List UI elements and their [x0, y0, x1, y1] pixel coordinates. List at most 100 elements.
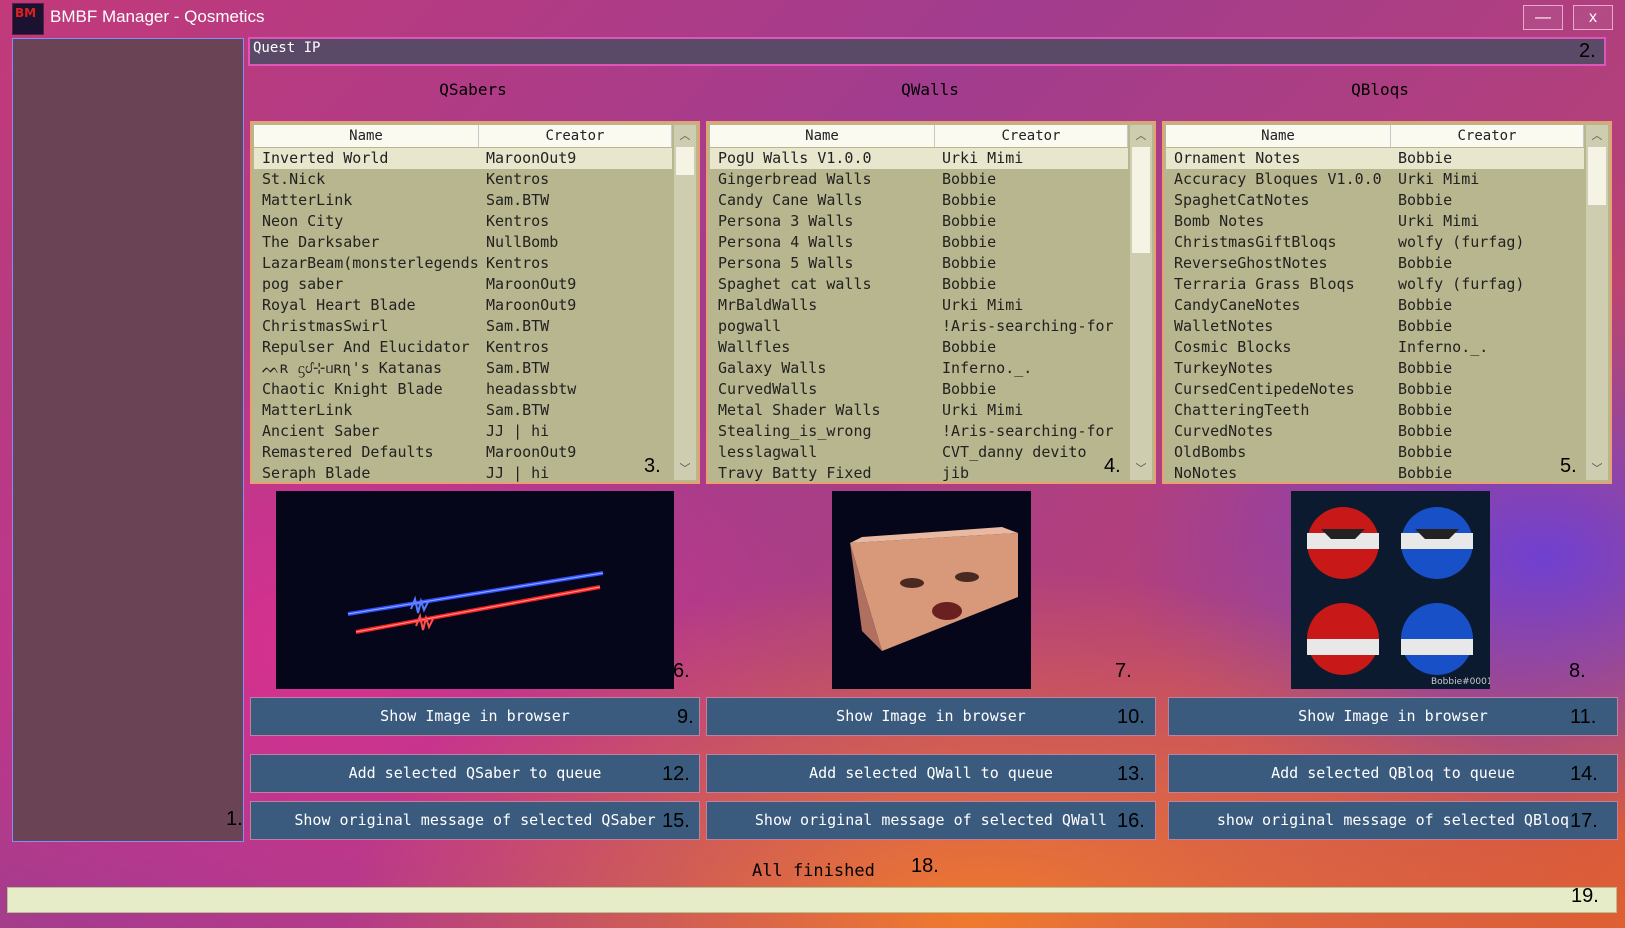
scroll-up-icon[interactable]: ︿ — [1130, 125, 1152, 147]
item-name: Persona 4 Walls — [718, 233, 854, 251]
list-item[interactable]: CandyCaneNotes Bobbie — [1166, 295, 1584, 316]
scroll-down-icon[interactable]: ﹀ — [674, 458, 696, 480]
list-item[interactable]: pog saber MaroonOut9 — [254, 274, 672, 295]
list-item[interactable]: St.Nick Kentros — [254, 169, 672, 190]
list-item[interactable]: Galaxy Walls Inferno._. — [710, 358, 1128, 379]
item-name: PogU Walls V1.0.0 — [718, 149, 872, 167]
list-item[interactable]: CurvedNotes Bobbie — [1166, 421, 1584, 442]
item-creator: Urki Mimi — [942, 149, 1024, 167]
column-header-name[interactable]: Name — [254, 125, 479, 147]
list-item[interactable]: Inverted World MaroonOut9 — [254, 148, 672, 169]
add-qwall-button[interactable]: Add selected QWall to queue — [706, 754, 1156, 793]
list-item[interactable]: WalletNotes Bobbie — [1166, 316, 1584, 337]
annotation-13: 13. — [1117, 763, 1145, 785]
list-item[interactable]: PogU Walls V1.0.0 Urki Mimi — [710, 148, 1128, 169]
scroll-thumb[interactable] — [1132, 147, 1150, 253]
item-name: Gingerbread Walls — [718, 170, 872, 188]
list-item[interactable]: MatterLink Sam.BTW — [254, 400, 672, 421]
list-item[interactable]: NoNotes Bobbie — [1166, 463, 1584, 482]
list-item[interactable]: Neon City Kentros — [254, 211, 672, 232]
list-item[interactable]: Seraph Blade JJ | hi — [254, 463, 672, 482]
add-qsaber-button[interactable]: Add selected QSaber to queue — [250, 754, 700, 793]
sidebar-panel — [12, 38, 244, 842]
list-item[interactable]: Bomb Notes Urki Mimi — [1166, 211, 1584, 232]
list-item[interactable]: Royal Heart Blade MaroonOut9 — [254, 295, 672, 316]
minimize-button[interactable]: — — [1523, 5, 1563, 30]
list-item[interactable]: Gingerbread Walls Bobbie — [710, 169, 1128, 190]
list-item[interactable]: Stealing_is_wrong !Aris-searching-for — [710, 421, 1128, 442]
list-item[interactable]: TurkeyNotes Bobbie — [1166, 358, 1584, 379]
list-item[interactable]: LazarBeam(monsterlegends Kentros — [254, 253, 672, 274]
scroll-down-icon[interactable]: ﹀ — [1586, 458, 1608, 480]
item-creator: Bobbie — [942, 170, 997, 188]
annotation-14: 14. — [1570, 763, 1598, 785]
item-name: MatterLink — [262, 401, 353, 419]
list-item[interactable]: ᨓʀ ᦓᦔ⊹ᥙʀɳ's Katanas Sam.BTW — [254, 358, 672, 379]
list-item[interactable]: SpaghetCatNotes Bobbie — [1166, 190, 1584, 211]
column-header-creator[interactable]: Creator — [479, 125, 672, 147]
list-item[interactable]: Terraria Grass Bloqs wolfy (furfag) — [1166, 274, 1584, 295]
column-header-creator[interactable]: Creator — [1391, 125, 1584, 147]
list-item[interactable]: Persona 5 Walls Bobbie — [710, 253, 1128, 274]
list-item[interactable]: Metal Shader Walls Urki Mimi — [710, 400, 1128, 421]
scroll-thumb[interactable] — [676, 147, 694, 175]
qsaber-show-image-button[interactable]: Show Image in browser — [250, 697, 700, 736]
column-header-name[interactable]: Name — [710, 125, 935, 147]
list-item[interactable]: OldBombs Bobbie — [1166, 442, 1584, 463]
quest-ip-input[interactable]: Quest IP — [248, 37, 1606, 66]
qbloq-show-image-button[interactable]: Show Image in browser — [1168, 697, 1618, 736]
qbloqs-list[interactable]: Name Creator Ornament Notes Bobbie Accurac… — [1162, 121, 1612, 484]
qwalls-list[interactable]: Name Creator PogU Walls V1.0.0 Urki Mimi G… — [706, 121, 1156, 484]
scroll-thumb[interactable] — [1588, 147, 1606, 205]
list-item[interactable]: Repulser And Elucidator Kentros — [254, 337, 672, 358]
scroll-up-icon[interactable]: ︿ — [1586, 125, 1608, 147]
item-creator: jib — [942, 464, 970, 482]
list-item[interactable]: pogwall !Aris-searching-for — [710, 316, 1128, 337]
item-name: CurvedNotes — [1174, 422, 1274, 440]
list-item[interactable]: Remastered Defaults MaroonOut9 — [254, 442, 672, 463]
scrollbar[interactable]: ︿ ﹀ — [1586, 125, 1608, 480]
list-item[interactable]: Persona 4 Walls Bobbie — [710, 232, 1128, 253]
list-item[interactable]: CursedCentipedeNotes Bobbie — [1166, 379, 1584, 400]
item-name: Bomb Notes — [1174, 212, 1265, 230]
scrollbar[interactable]: ︿ ﹀ — [1130, 125, 1152, 480]
item-name: Wallfles — [718, 338, 791, 356]
qsaber-original-message-button[interactable]: Show original message of selected QSaber — [250, 801, 700, 840]
column-header-creator[interactable]: Creator — [935, 125, 1128, 147]
list-item[interactable]: ChristmasSwirl Sam.BTW — [254, 316, 672, 337]
list-item[interactable]: Chaotic Knight Blade headassbtw — [254, 379, 672, 400]
qsabers-list[interactable]: Name Creator Inverted World MaroonOut9 St.… — [250, 121, 700, 484]
list-item[interactable]: Spaghet cat walls Bobbie — [710, 274, 1128, 295]
list-item[interactable]: lesslagwall CVT_danny devito — [710, 442, 1128, 463]
list-item[interactable]: Cosmic Blocks Inferno._. — [1166, 337, 1584, 358]
list-item[interactable]: Persona 3 Walls Bobbie — [710, 211, 1128, 232]
list-item[interactable]: ChristmasGiftBloqs wolfy (furfag) — [1166, 232, 1584, 253]
item-creator: CVT_danny devito — [942, 443, 1087, 461]
item-creator: NullBomb — [486, 233, 559, 251]
list-item[interactable]: ReverseGhostNotes Bobbie — [1166, 253, 1584, 274]
list-item[interactable]: Ornament Notes Bobbie — [1166, 148, 1584, 169]
list-item[interactable]: The Darksaber NullBomb — [254, 232, 672, 253]
qwall-original-message-button[interactable]: Show original message of selected QWall — [706, 801, 1156, 840]
list-item[interactable]: ChatteringTeeth Bobbie — [1166, 400, 1584, 421]
scroll-down-icon[interactable]: ﹀ — [1130, 458, 1152, 480]
list-item[interactable]: Accuracy Bloques V1.0.0 Urki Mimi — [1166, 169, 1584, 190]
list-item[interactable]: Wallfles Bobbie — [710, 337, 1128, 358]
list-item[interactable]: Travy Batty Fixed jib — [710, 463, 1128, 482]
list-item[interactable]: MatterLink Sam.BTW — [254, 190, 672, 211]
column-header-name[interactable]: Name — [1166, 125, 1391, 147]
scrollbar[interactable]: ︿ ﹀ — [674, 125, 696, 480]
close-button[interactable]: x — [1573, 5, 1613, 30]
qwall-show-image-button[interactable]: Show Image in browser — [706, 697, 1156, 736]
item-creator: Bobbie — [1398, 401, 1453, 419]
scroll-up-icon[interactable]: ︿ — [674, 125, 696, 147]
list-item[interactable]: MrBaldWalls Urki Mimi — [710, 295, 1128, 316]
add-qbloq-button[interactable]: Add selected QBloq to queue — [1168, 754, 1618, 793]
list-item[interactable]: Ancient Saber JJ | hi — [254, 421, 672, 442]
list-item[interactable]: Candy Cane Walls Bobbie — [710, 190, 1128, 211]
item-creator: Bobbie — [1398, 317, 1453, 335]
qbloq-original-message-button[interactable]: show original message of selected QBloq — [1168, 801, 1618, 840]
list-item[interactable]: CurvedWalls Bobbie — [710, 379, 1128, 400]
item-name: Galaxy Walls — [718, 359, 827, 377]
item-name: WalletNotes — [1174, 317, 1274, 335]
